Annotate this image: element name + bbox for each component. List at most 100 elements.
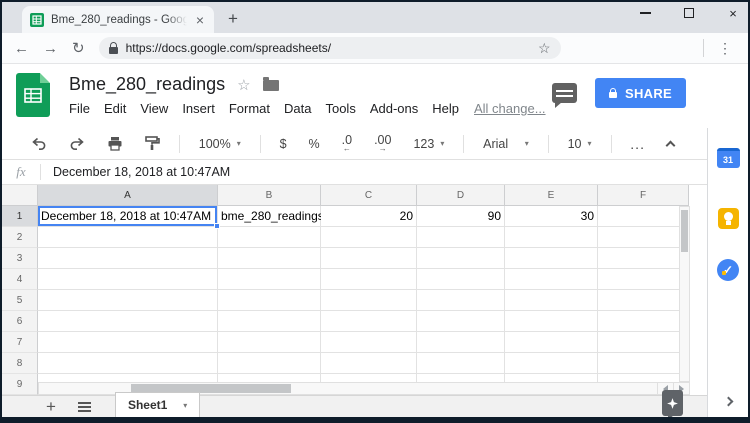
all-sheets-icon[interactable] — [78, 402, 91, 412]
zoom-select[interactable]: 100%▾ — [190, 132, 250, 156]
menu-addons[interactable]: Add-ons — [363, 99, 425, 118]
column-header-F[interactable]: F — [598, 185, 689, 206]
calendar-icon[interactable]: 31 — [717, 148, 740, 168]
cell[interactable] — [218, 290, 321, 311]
cell[interactable] — [321, 227, 417, 248]
row-header-8[interactable]: 8 — [2, 353, 38, 374]
cell[interactable] — [218, 332, 321, 353]
comments-icon[interactable] — [552, 83, 577, 103]
cell[interactable] — [417, 311, 505, 332]
font-select[interactable]: Arial▾ — [474, 132, 538, 156]
cell[interactable] — [321, 248, 417, 269]
cell-D1[interactable]: 90 — [417, 206, 505, 227]
explore-button[interactable] — [662, 390, 683, 416]
row-header-7[interactable]: 7 — [2, 332, 38, 353]
row-header-3[interactable]: 3 — [2, 248, 38, 269]
window-close-button[interactable]: × — [726, 6, 740, 20]
browser-tab[interactable]: Bme_280_readings - Google Shee × — [22, 6, 214, 33]
undo-icon[interactable] — [22, 132, 56, 156]
cell[interactable] — [38, 353, 218, 374]
column-header-D[interactable]: D — [417, 185, 505, 206]
cell[interactable] — [321, 332, 417, 353]
decrease-decimal-button[interactable]: .0← — [333, 132, 361, 156]
cell[interactable] — [505, 248, 598, 269]
cell-B1[interactable]: bme_280_readings — [218, 206, 321, 227]
cell[interactable] — [321, 269, 417, 290]
format-currency-button[interactable]: $ — [271, 132, 296, 156]
cell[interactable] — [38, 290, 218, 311]
cell[interactable] — [505, 290, 598, 311]
cell[interactable] — [321, 353, 417, 374]
row-header-2[interactable]: 2 — [2, 227, 38, 248]
browser-menu-icon[interactable]: ⋮ — [718, 40, 732, 57]
paint-format-icon[interactable] — [136, 132, 169, 156]
sheets-logo[interactable] — [16, 73, 50, 117]
url-field[interactable]: https://docs.google.com/spreadsheets/ ☆ — [99, 37, 561, 59]
keep-icon[interactable] — [718, 208, 739, 229]
cell-E1[interactable]: 30 — [505, 206, 598, 227]
url-text[interactable]: https://docs.google.com/spreadsheets/ — [126, 41, 530, 55]
menu-edit[interactable]: Edit — [97, 99, 133, 118]
cell[interactable] — [38, 332, 218, 353]
minimize-button[interactable] — [638, 6, 652, 20]
cell[interactable] — [505, 332, 598, 353]
cell[interactable] — [218, 311, 321, 332]
menu-view[interactable]: View — [133, 99, 175, 118]
cell-A1[interactable]: December 18, 2018 at 10:47AM — [38, 206, 218, 227]
tasks-icon[interactable]: ✓ — [717, 259, 739, 281]
tab-close-icon[interactable]: × — [194, 12, 206, 28]
cell[interactable] — [38, 227, 218, 248]
bookmark-star-icon[interactable]: ☆ — [538, 40, 551, 57]
cell[interactable] — [218, 248, 321, 269]
increase-decimal-button[interactable]: .00→ — [365, 132, 400, 156]
cell[interactable] — [598, 227, 689, 248]
cell[interactable] — [598, 290, 689, 311]
cell[interactable] — [598, 269, 689, 290]
fill-handle[interactable] — [214, 223, 220, 229]
vertical-scrollbar[interactable] — [679, 206, 690, 382]
chevron-down-icon[interactable]: ▾ — [183, 401, 187, 410]
cell-F1[interactable] — [598, 206, 689, 227]
column-header-C[interactable]: C — [321, 185, 417, 206]
move-folder-icon[interactable] — [263, 80, 279, 91]
menu-format[interactable]: Format — [222, 99, 277, 118]
cell[interactable] — [505, 353, 598, 374]
cell[interactable] — [505, 311, 598, 332]
redo-icon[interactable] — [60, 132, 94, 156]
refresh-icon[interactable]: ↻ — [72, 41, 85, 56]
menu-data[interactable]: Data — [277, 99, 318, 118]
column-header-E[interactable]: E — [505, 185, 598, 206]
cell[interactable] — [38, 269, 218, 290]
menu-file[interactable]: File — [62, 99, 97, 118]
column-header-A[interactable]: A — [38, 185, 218, 206]
cell[interactable] — [218, 227, 321, 248]
saved-status-link[interactable]: All change... — [474, 101, 546, 116]
cell[interactable] — [417, 353, 505, 374]
chevron-right-icon[interactable] — [723, 397, 733, 407]
cell[interactable] — [417, 269, 505, 290]
vertical-scrollbar-thumb[interactable] — [681, 210, 688, 252]
cell[interactable] — [218, 353, 321, 374]
row-header-9[interactable]: 9 — [2, 374, 38, 395]
menu-insert[interactable]: Insert — [175, 99, 222, 118]
row-header-6[interactable]: 6 — [2, 311, 38, 332]
maximize-button[interactable] — [682, 6, 696, 20]
forward-icon[interactable]: → — [43, 41, 58, 56]
more-toolbar-icon[interactable]: ... — [621, 132, 654, 156]
cell-C1[interactable]: 20 — [321, 206, 417, 227]
row-header-5[interactable]: 5 — [2, 290, 38, 311]
cell[interactable] — [321, 311, 417, 332]
formula-input[interactable]: December 18, 2018 at 10:47AM — [53, 165, 230, 179]
row-header-1[interactable]: 1 — [2, 206, 38, 227]
cell[interactable] — [505, 269, 598, 290]
collapse-toolbar-button[interactable] — [658, 132, 683, 156]
add-sheet-button[interactable]: + — [46, 397, 56, 417]
print-icon[interactable] — [98, 132, 132, 156]
cell[interactable] — [598, 248, 689, 269]
cell[interactable] — [321, 290, 417, 311]
cell[interactable] — [417, 227, 505, 248]
row-header-4[interactable]: 4 — [2, 269, 38, 290]
menu-tools[interactable]: Tools — [318, 99, 362, 118]
star-document-icon[interactable]: ☆ — [237, 76, 250, 94]
cell[interactable] — [598, 311, 689, 332]
